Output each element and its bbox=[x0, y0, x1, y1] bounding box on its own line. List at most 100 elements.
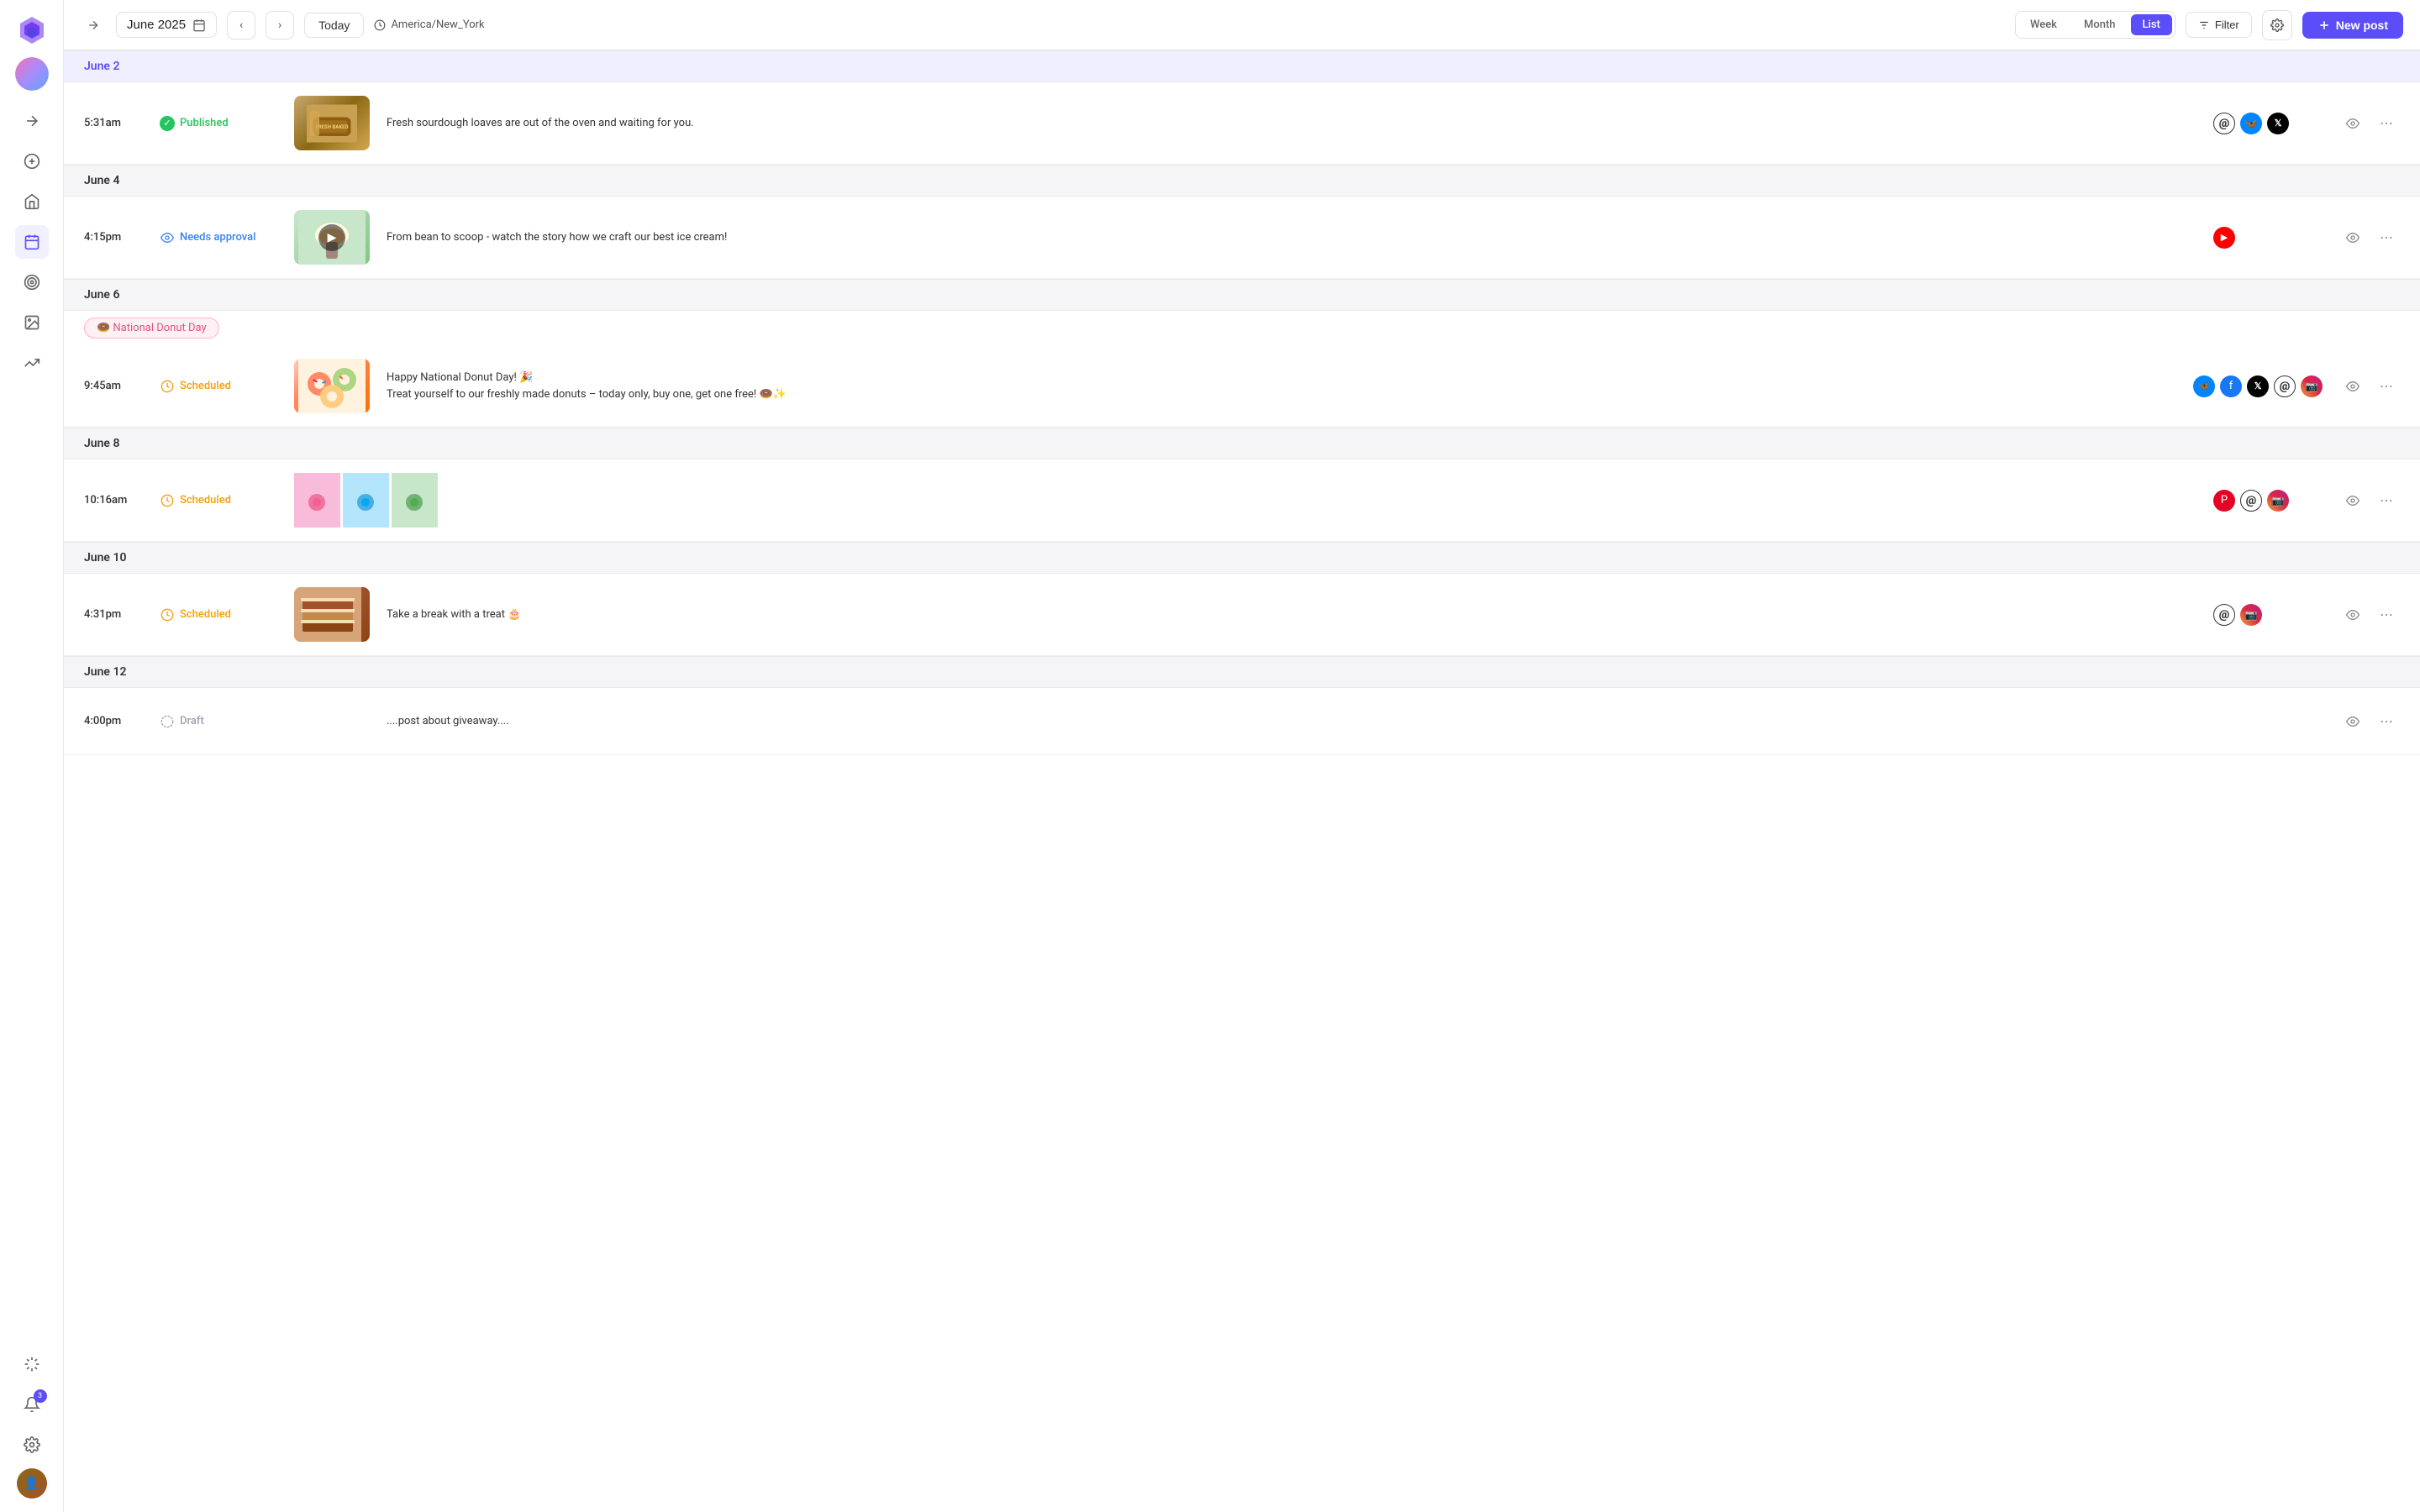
clock-icon bbox=[374, 19, 386, 31]
sidebar-item-idea[interactable] bbox=[15, 1347, 49, 1381]
event-tag-row: 🍩 National Donut Day bbox=[64, 311, 2420, 345]
view-post-button[interactable] bbox=[2339, 708, 2366, 735]
tab-week[interactable]: Week bbox=[2018, 14, 2069, 35]
threads-icon: @ bbox=[2240, 490, 2262, 512]
post-status: Needs approval bbox=[160, 230, 277, 245]
more-options-button[interactable]: ⋯ bbox=[2373, 601, 2400, 628]
post-actions: ⋯ bbox=[2339, 708, 2400, 735]
post-platforms: @ 🦋 𝕏 bbox=[2213, 113, 2323, 134]
tab-month[interactable]: Month bbox=[2072, 14, 2128, 35]
svg-text:FRESH BAKED: FRESH BAKED bbox=[316, 124, 349, 130]
post-actions: ⋯ bbox=[2339, 601, 2400, 628]
workspace-avatar[interactable] bbox=[15, 57, 49, 91]
new-post-label: New post bbox=[2336, 18, 2388, 32]
sidebar-logo[interactable] bbox=[15, 13, 49, 50]
threads-icon: @ bbox=[2213, 604, 2235, 626]
table-row[interactable]: 4:15pm Needs approval ▶ Fro bbox=[64, 197, 2420, 279]
filter-button[interactable]: Filter bbox=[2186, 12, 2252, 38]
table-row[interactable]: 4:31pm Scheduled bbox=[64, 574, 2420, 656]
current-date-label: June 2025 bbox=[127, 18, 186, 32]
post-platforms: 🦋 f 𝕏 @ 📷 bbox=[2193, 375, 2323, 397]
post-time: 9:45am bbox=[84, 380, 143, 392]
view-post-button[interactable] bbox=[2339, 601, 2366, 628]
more-options-button[interactable]: ⋯ bbox=[2373, 487, 2400, 514]
today-button[interactable]: Today bbox=[304, 13, 364, 38]
post-status: Scheduled bbox=[160, 379, 277, 394]
sidebar-item-settings[interactable] bbox=[15, 1428, 49, 1462]
scheduled-icon bbox=[160, 607, 175, 622]
sidebar-item-target[interactable] bbox=[15, 265, 49, 299]
timezone-display: America/New_York bbox=[374, 18, 484, 31]
post-time: 4:31pm bbox=[84, 608, 143, 621]
date-picker-button[interactable]: June 2025 bbox=[116, 12, 217, 38]
needs-approval-icon bbox=[160, 230, 175, 245]
post-platforms: ▶ bbox=[2213, 227, 2323, 249]
timezone-label: America/New_York bbox=[391, 18, 484, 31]
sidebar-item-calendar[interactable] bbox=[15, 225, 49, 259]
view-post-button[interactable] bbox=[2339, 224, 2366, 251]
sidebar-item-notifications[interactable]: 3 bbox=[15, 1388, 49, 1421]
more-options-button[interactable]: ⋯ bbox=[2373, 373, 2400, 400]
posts-list: June 2 5:31am ✓ Published FRESH BAKED bbox=[64, 50, 2420, 1512]
youtube-icon: ▶ bbox=[2213, 227, 2235, 249]
post-actions: ⋯ bbox=[2339, 224, 2400, 251]
sidebar: 3 👤 bbox=[0, 0, 64, 1512]
post-time: 5:31am bbox=[84, 117, 143, 129]
bluesky-icon: 🦋 bbox=[2240, 113, 2262, 134]
more-options-button[interactable]: ⋯ bbox=[2373, 110, 2400, 137]
view-post-button[interactable] bbox=[2339, 487, 2366, 514]
post-status: Draft bbox=[160, 714, 277, 729]
table-row[interactable]: 5:31am ✓ Published FRESH BAKED Fresh sou… bbox=[64, 82, 2420, 165]
more-options-button[interactable]: ⋯ bbox=[2373, 708, 2400, 735]
sidebar-item-analytics[interactable] bbox=[15, 346, 49, 380]
post-text: Happy National Donut Day! 🎉Treat yoursel… bbox=[387, 370, 2176, 402]
date-section-june10: June 10 bbox=[64, 542, 2420, 574]
table-row[interactable]: 9:45am Scheduled bbox=[64, 345, 2420, 428]
post-actions: ⋯ bbox=[2339, 373, 2400, 400]
post-time: 4:15pm bbox=[84, 231, 143, 244]
post-text: Fresh sourdough loaves are out of the ov… bbox=[387, 115, 2196, 132]
view-post-button[interactable] bbox=[2339, 373, 2366, 400]
settings-button[interactable] bbox=[2262, 10, 2292, 40]
post-status: Scheduled bbox=[160, 493, 277, 508]
sidebar-item-create[interactable] bbox=[15, 144, 49, 178]
scheduled-icon bbox=[160, 493, 175, 508]
new-post-button[interactable]: New post bbox=[2302, 12, 2403, 39]
gear-icon bbox=[2270, 18, 2284, 32]
more-options-button[interactable]: ⋯ bbox=[2373, 224, 2400, 251]
calendar-icon bbox=[192, 18, 206, 32]
expand-arrow[interactable] bbox=[81, 13, 106, 38]
view-tabs: Week Month List bbox=[2015, 11, 2175, 39]
notification-badge: 3 bbox=[34, 1389, 47, 1403]
view-post-button[interactable] bbox=[2339, 110, 2366, 137]
date-section-june6: June 6 bbox=[64, 279, 2420, 311]
next-period-button[interactable]: › bbox=[266, 11, 294, 39]
tab-list[interactable]: List bbox=[2131, 14, 2172, 35]
event-tag: 🍩 National Donut Day bbox=[84, 318, 219, 339]
post-status: Scheduled bbox=[160, 607, 277, 622]
pinterest-icon: P bbox=[2213, 490, 2235, 512]
plus-icon bbox=[2317, 18, 2331, 32]
threads-icon: @ bbox=[2274, 375, 2296, 397]
instagram-icon: 📷 bbox=[2267, 490, 2289, 512]
post-thumbnail-multi[interactable] bbox=[294, 473, 438, 528]
user-avatar[interactable]: 👤 bbox=[17, 1468, 47, 1499]
table-row[interactable]: 10:16am Scheduled P bbox=[64, 459, 2420, 542]
post-thumbnail[interactable]: ▶ bbox=[294, 210, 370, 265]
post-thumbnail[interactable]: FRESH BAKED bbox=[294, 96, 370, 150]
instagram-icon: 📷 bbox=[2240, 604, 2262, 626]
sidebar-item-home[interactable] bbox=[15, 185, 49, 218]
instagram-icon: 📷 bbox=[2301, 375, 2323, 397]
post-thumbnail[interactable] bbox=[294, 359, 370, 413]
bluesky-icon: 🦋 bbox=[2193, 375, 2215, 397]
sidebar-item-media[interactable] bbox=[15, 306, 49, 339]
sidebar-item-forward[interactable] bbox=[15, 104, 49, 138]
table-row[interactable]: 4:00pm Draft ....post about giveaway....… bbox=[64, 688, 2420, 755]
post-time: 10:16am bbox=[84, 494, 143, 507]
post-status: ✓ Published bbox=[160, 116, 277, 131]
prev-period-button[interactable]: ‹ bbox=[227, 11, 255, 39]
post-thumbnail[interactable] bbox=[294, 587, 370, 642]
filter-icon bbox=[2198, 19, 2210, 31]
filter-label: Filter bbox=[2215, 18, 2239, 31]
post-platforms: P @ 📷 bbox=[2213, 490, 2323, 512]
